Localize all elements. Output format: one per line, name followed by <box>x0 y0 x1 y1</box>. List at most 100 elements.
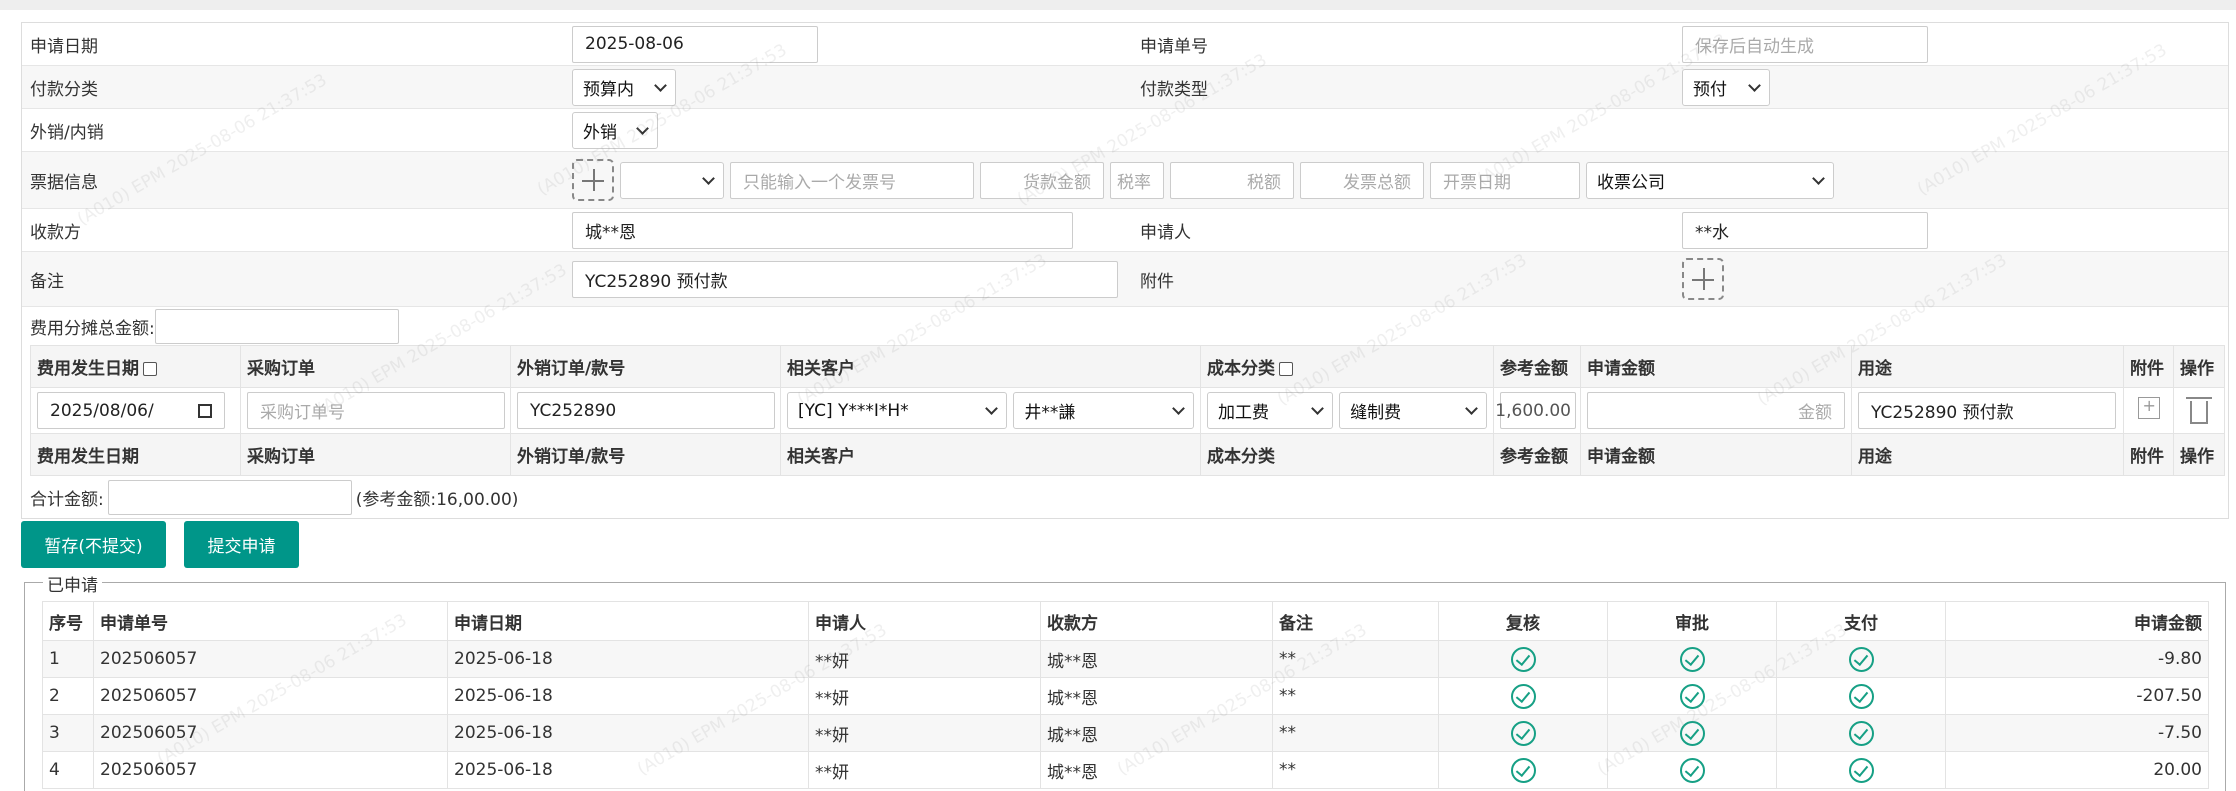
save-draft-button[interactable]: 暂存(不提交) <box>21 521 166 568</box>
th-customer: 相关客户 <box>780 345 1201 388</box>
order-input[interactable]: YC252890 <box>517 392 775 429</box>
check-circle-icon <box>1848 757 1874 783</box>
th-attachment: 附件 <box>2123 345 2174 388</box>
th-action: 操作 <box>2173 345 2225 388</box>
history-fieldset: 已申请 序号 申请单号 申请日期 申请人 收款方 备注 复核 审批 支付 申请金… <box>24 571 2226 791</box>
cost-total-label: 费用分摊总金额: <box>30 318 155 339</box>
check-circle-icon <box>1510 720 1536 746</box>
row-apply-date: 申请日期 2025-08-06 申请单号 保存后自动生成 <box>22 23 2228 66</box>
attachment-icon[interactable] <box>2137 396 2160 419</box>
calendar-icon <box>198 403 212 418</box>
submit-button[interactable]: 提交申请 <box>184 521 299 568</box>
table-row[interactable]: 3 202506057 2025-06-18 **妍 城**恩 ** -7.50 <box>42 714 2209 752</box>
cost-class-checkbox[interactable] <box>1279 362 1293 376</box>
chevron-down-icon <box>702 171 715 185</box>
table-row[interactable]: 2 202506057 2025-06-18 **妍 城**恩 ** -207.50 <box>42 677 2209 715</box>
detail-row: 2025/08/06/ 采购订单号 YC252890 [YC] Y***I*H*… <box>30 387 2225 434</box>
invoice-label: 票据信息 <box>30 172 98 193</box>
payee-label: 收款方 <box>30 222 81 243</box>
trash-icon[interactable] <box>2184 392 2214 424</box>
chevron-down-icon <box>636 121 649 135</box>
row-total: 合计金额: (参考金额:16,00.00) <box>22 476 2228 518</box>
cost-total-input[interactable] <box>154 308 399 344</box>
invoice-date-input[interactable]: 开票日期 <box>1430 161 1580 199</box>
pay-type-value: 预付 <box>1693 79 1727 100</box>
tax-rate-input[interactable]: 税率 <box>1110 161 1164 199</box>
amount-input[interactable]: 金额 <box>1587 392 1845 429</box>
chevron-down-icon <box>654 78 667 92</box>
pay-category-label: 付款分类 <box>30 79 98 100</box>
check-circle-icon <box>1848 720 1874 746</box>
date-checkbox[interactable] <box>143 362 157 376</box>
th-order: 外销订单/款号 <box>510 345 781 388</box>
row-remark: 备注 YC252890 预付款 附件 <box>22 252 2228 307</box>
remark-label: 备注 <box>30 271 64 292</box>
check-circle-icon <box>1510 757 1536 783</box>
row-invoice: 票据信息 只能输入一个发票号 货款金额 税率 税额 发票总额 开票日期 收票公司 <box>22 152 2228 209</box>
pay-category-select[interactable]: 预算内 <box>572 68 676 106</box>
check-circle-icon <box>1679 757 1705 783</box>
sales-label: 外销/内销 <box>30 122 104 143</box>
customer-select[interactable]: [YC] Y***I*H* <box>787 392 1008 429</box>
ref-total-text: (参考金额:16,00.00) <box>355 489 519 510</box>
applicant-input[interactable]: **水 <box>1682 211 1928 249</box>
chevron-down-icon <box>1172 402 1185 415</box>
invoice-company-select[interactable]: 收票公司 <box>1586 161 1834 199</box>
row-payee: 收款方 城**恩 申请人 **水 <box>22 209 2228 252</box>
pay-type-select[interactable]: 预付 <box>1682 68 1770 106</box>
apply-date-label: 申请日期 <box>30 36 98 57</box>
chevron-down-icon <box>1311 402 1325 415</box>
top-bar <box>0 0 2236 10</box>
date-picker[interactable]: 2025/08/06/ <box>37 392 225 429</box>
remark-input[interactable]: YC252890 预付款 <box>572 260 1118 298</box>
chevron-down-icon <box>1812 171 1825 185</box>
payment-request-form: 申请日期 2025-08-06 申请单号 保存后自动生成 付款分类 预算内 付款… <box>21 22 2229 519</box>
total-input[interactable] <box>107 479 352 515</box>
add-attachment-icon[interactable] <box>1682 258 1724 300</box>
history-legend: 已申请 <box>43 571 102 596</box>
apply-date-input[interactable]: 2025-08-06 <box>572 25 818 63</box>
invoice-no-input[interactable]: 只能输入一个发票号 <box>730 161 974 199</box>
cost-class-select[interactable]: 加工费 <box>1207 392 1334 429</box>
history-header-row: 序号 申请单号 申请日期 申请人 收款方 备注 复核 审批 支付 申请金额 <box>42 601 2209 641</box>
history-table: 序号 申请单号 申请日期 申请人 收款方 备注 复核 审批 支付 申请金额 12… <box>42 601 2209 789</box>
table-row[interactable]: 4 202506057 2025-06-18 **妍 城**恩 ** 20.00 <box>42 751 2209 789</box>
sales-select[interactable]: 外销 <box>572 111 658 149</box>
chevron-down-icon <box>1465 402 1478 415</box>
th-amount: 申请金额 <box>1580 345 1852 388</box>
payee-input[interactable]: 城**恩 <box>572 211 1073 249</box>
tax-amount-input[interactable]: 税额 <box>1170 161 1294 199</box>
detail-header-row: 费用发生日期 采购订单 外销订单/款号 相关客户 成本分类 参考金额 申请金额 … <box>30 345 2225 388</box>
sales-value: 外销 <box>583 122 617 143</box>
purpose-input[interactable]: YC252890 预付款 <box>1858 392 2116 429</box>
po-input[interactable]: 采购订单号 <box>247 392 505 429</box>
add-invoice-icon[interactable] <box>572 159 614 201</box>
invoice-type-select[interactable] <box>620 161 724 199</box>
cost-sub-select[interactable]: 缝制费 <box>1339 392 1487 429</box>
check-circle-icon <box>1679 646 1705 672</box>
apply-no-input[interactable]: 保存后自动生成 <box>1682 25 1928 63</box>
check-circle-icon <box>1510 646 1536 672</box>
check-circle-icon <box>1848 646 1874 672</box>
check-circle-icon <box>1848 683 1874 709</box>
invoice-total-input[interactable]: 发票总额 <box>1300 161 1424 199</box>
apply-no-label: 申请单号 <box>1140 36 1208 57</box>
th-date: 费用发生日期 <box>30 345 241 388</box>
th-purpose: 用途 <box>1851 345 2124 388</box>
pay-category-value: 预算内 <box>583 79 634 100</box>
contact-select[interactable]: 井**謙 <box>1013 392 1194 429</box>
detail-footer-row: 费用发生日期 采购订单 外销订单/款号 相关客户 成本分类 参考金额 申请金额 … <box>30 433 2225 476</box>
check-circle-icon <box>1510 683 1536 709</box>
attachment-label: 附件 <box>1140 271 1174 292</box>
th-po: 采购订单 <box>240 345 511 388</box>
table-row[interactable]: 1 202506057 2025-06-18 **妍 城**恩 ** -9.80 <box>42 640 2209 678</box>
pay-type-label: 付款类型 <box>1140 79 1208 100</box>
invoice-company-value: 收票公司 <box>1597 172 1665 193</box>
check-circle-icon <box>1679 720 1705 746</box>
goods-amount-input[interactable]: 货款金额 <box>980 161 1104 199</box>
chevron-down-icon <box>985 402 999 415</box>
th-cost-class: 成本分类 <box>1200 345 1494 388</box>
th-ref-amount: 参考金额 <box>1493 345 1581 388</box>
check-circle-icon <box>1679 683 1705 709</box>
row-pay-category: 付款分类 预算内 付款类型 预付 <box>22 66 2228 109</box>
